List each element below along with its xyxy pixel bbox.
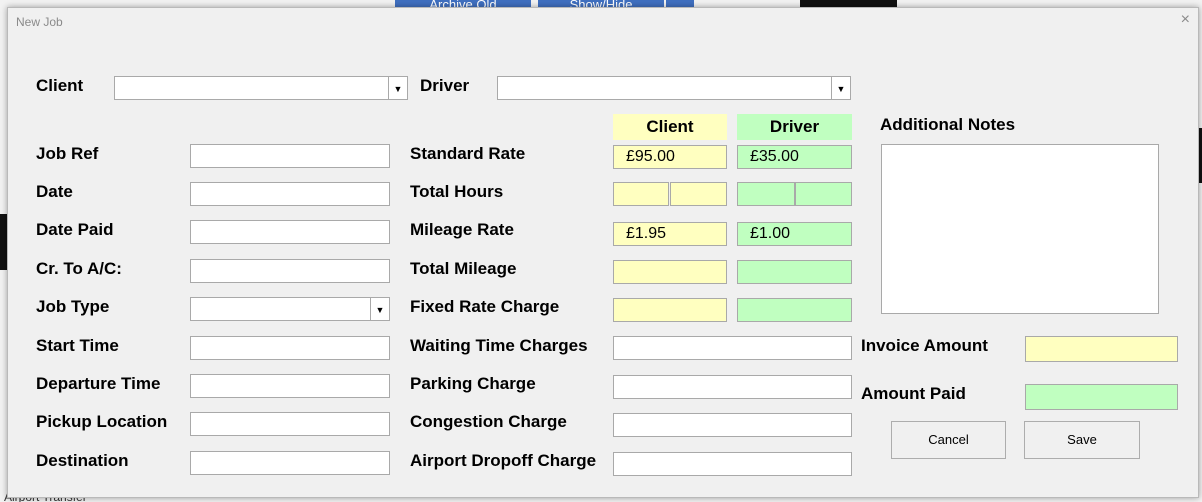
standard-rate-driver-field[interactable]: £35.00 [737,145,852,169]
job-ref-label: Job Ref [36,144,99,163]
airport-dropoff-label: Airport Dropoff Charge [410,451,597,470]
fixed-rate-client-field[interactable] [613,298,727,322]
departure-time-label: Departure Time [36,374,161,393]
date-paid-field[interactable] [190,220,390,244]
chevron-down-icon[interactable]: ▼ [370,298,389,320]
total-hours-client-minutes-field[interactable] [670,182,727,206]
start-time-label: Start Time [36,336,119,355]
mileage-rate-label: Mileage Rate [410,220,514,239]
job-ref-field[interactable] [190,144,390,168]
driver-column-header: Driver [737,114,852,140]
invoice-amount-field[interactable] [1025,336,1178,362]
waiting-time-label: Waiting Time Charges [410,336,588,355]
amount-paid-field[interactable] [1025,384,1178,410]
job-type-combo[interactable]: ▼ [190,297,390,321]
standard-rate-client-field[interactable]: £95.00 [613,145,727,169]
client-column-header: Client [613,114,727,140]
total-mileage-driver-field[interactable] [737,260,852,284]
parking-charge-label: Parking Charge [410,374,536,393]
total-mileage-label: Total Mileage [410,259,517,278]
fixed-rate-label: Fixed Rate Charge [410,297,560,316]
congestion-charge-field[interactable] [613,413,852,437]
waiting-time-field[interactable] [613,336,852,360]
cr-to-ac-label: Cr. To A/C: [36,259,122,278]
airport-dropoff-field[interactable] [613,452,852,476]
pickup-location-label: Pickup Location [36,412,168,431]
fixed-rate-driver-field[interactable] [737,298,852,322]
additional-notes-label: Additional Notes [880,115,1016,134]
start-time-field[interactable] [190,336,390,360]
client-label: Client [36,76,84,95]
total-hours-client-hours-field[interactable] [613,182,669,206]
parking-charge-field[interactable] [613,375,852,399]
chevron-down-icon[interactable]: ▼ [388,77,407,99]
cr-to-ac-field[interactable] [190,259,390,283]
background-black-block [800,0,897,7]
date-label: Date [36,182,73,201]
invoice-amount-label: Invoice Amount [861,336,988,355]
additional-notes-textarea[interactable] [881,144,1159,314]
total-hours-driver-minutes-field[interactable] [795,182,852,206]
driver-label: Driver [420,76,470,95]
driver-combo[interactable]: ▼ [497,76,851,100]
client-combo[interactable]: ▼ [114,76,408,100]
total-hours-label: Total Hours [410,182,504,201]
date-field[interactable] [190,182,390,206]
chevron-down-icon[interactable]: ▼ [831,77,850,99]
pickup-location-field[interactable] [190,412,390,436]
mileage-rate-driver-field[interactable]: £1.00 [737,222,852,246]
total-mileage-client-field[interactable] [613,260,727,284]
date-paid-label: Date Paid [36,220,114,239]
job-type-label: Job Type [36,297,110,316]
destination-label: Destination [36,451,129,470]
cancel-button[interactable]: Cancel [891,421,1006,459]
amount-paid-label: Amount Paid [861,384,966,403]
departure-time-field[interactable] [190,374,390,398]
congestion-charge-label: Congestion Charge [410,412,567,431]
dialog-title: New Job [16,15,63,29]
mileage-rate-client-field[interactable]: £1.95 [613,222,727,246]
close-icon[interactable]: × [1181,11,1190,29]
new-job-dialog: New Job × Client ▼ Driver ▼ Job Ref Date… [7,7,1199,498]
total-hours-driver-hours-field[interactable] [737,182,795,206]
standard-rate-label: Standard Rate [410,144,526,163]
destination-field[interactable] [190,451,390,475]
save-button[interactable]: Save [1024,421,1140,459]
